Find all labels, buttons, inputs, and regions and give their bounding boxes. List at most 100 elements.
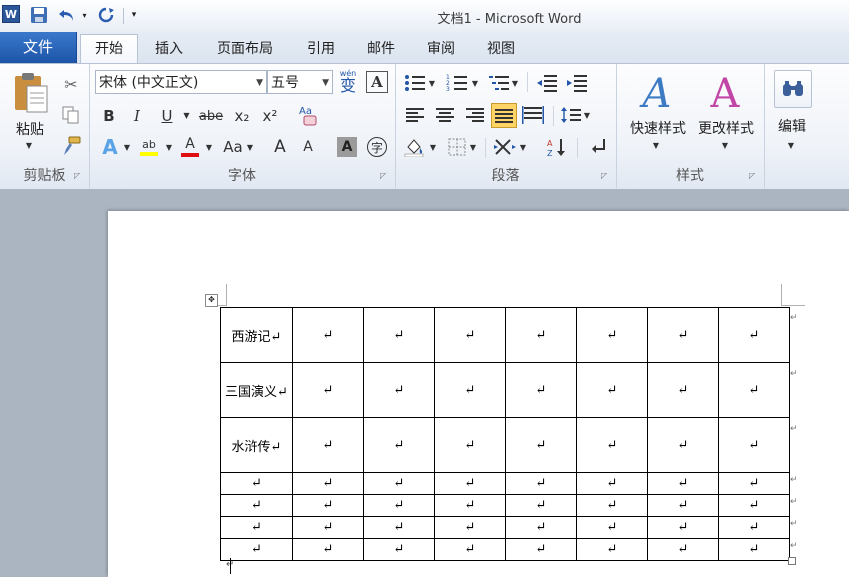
table-cell[interactable]: ↵ <box>363 362 435 418</box>
chinese-layout-dropdown-icon[interactable]: ▼ <box>519 140 527 154</box>
tab-home[interactable]: 开始 <box>80 34 138 64</box>
font-launcher-icon[interactable]: ◸ <box>380 171 389 180</box>
table-cell[interactable]: 西游记↵ <box>220 307 293 363</box>
shading-icon[interactable] <box>403 136 427 158</box>
text-effect-dropdown-icon[interactable]: ▼ <box>123 135 131 159</box>
italic-button[interactable]: I <box>127 105 147 127</box>
table-cell[interactable]: ↵ <box>718 417 790 473</box>
table-cell[interactable]: ↵ <box>220 516 293 539</box>
table-cell[interactable]: ↵ <box>292 472 364 495</box>
numbering-dropdown-icon[interactable]: ▼ <box>471 76 479 90</box>
table-cell[interactable]: ↵ <box>434 494 506 517</box>
table-cell[interactable]: ↵ <box>220 538 293 561</box>
table-cell[interactable]: ↵ <box>505 362 577 418</box>
superscript-button[interactable]: x² <box>259 105 281 127</box>
table-cell[interactable]: ↵ <box>505 472 577 495</box>
shading-dropdown-icon[interactable]: ▼ <box>429 140 437 154</box>
table-cell[interactable]: ↵ <box>718 538 790 561</box>
editing-dropdown-icon[interactable]: ▼ <box>785 141 797 150</box>
borders-icon[interactable] <box>445 136 469 158</box>
format-painter-icon[interactable] <box>60 135 82 157</box>
editing-button[interactable]: 编辑 <box>768 116 816 136</box>
enclose-characters-icon[interactable]: 字 <box>367 137 387 157</box>
paste-icon[interactable] <box>11 71 51 115</box>
bullets-dropdown-icon[interactable]: ▼ <box>428 76 436 90</box>
table-cell[interactable]: ↵ <box>363 516 435 539</box>
multilevel-dropdown-icon[interactable]: ▼ <box>511 76 519 90</box>
font-color-icon[interactable]: A <box>179 135 201 159</box>
table-cell[interactable]: ↵ <box>647 472 719 495</box>
table-cell[interactable]: ↵ <box>718 516 790 539</box>
copy-icon[interactable] <box>60 104 82 126</box>
quick-styles-dropdown-icon[interactable]: ▼ <box>650 141 662 150</box>
table-cell[interactable]: ↵ <box>505 516 577 539</box>
change-styles-dropdown-icon[interactable]: ▼ <box>719 141 731 150</box>
tab-mailings[interactable]: 邮件 <box>358 38 404 60</box>
table-cell[interactable]: ↵ <box>505 417 577 473</box>
table-cell[interactable]: ↵ <box>576 472 648 495</box>
character-shading-icon[interactable]: A <box>337 137 357 157</box>
table-cell[interactable]: ↵ <box>718 472 790 495</box>
table-cell[interactable]: ↵ <box>434 538 506 561</box>
borders-dropdown-icon[interactable]: ▼ <box>469 140 477 154</box>
table-cell[interactable]: ↵ <box>434 516 506 539</box>
quick-styles-button[interactable]: 快速样式 <box>622 118 694 138</box>
text-effect-icon[interactable]: A <box>99 135 121 159</box>
tab-insert[interactable]: 插入 <box>146 38 192 60</box>
strikethrough-button[interactable]: abe <box>197 105 225 127</box>
bullets-icon[interactable] <box>403 72 427 94</box>
tab-file[interactable]: 文件 <box>0 32 77 63</box>
table-cell[interactable]: ↵ <box>292 538 364 561</box>
cut-icon[interactable]: ✂ <box>60 73 82 95</box>
table-cell[interactable]: ↵ <box>292 417 364 473</box>
table-cell[interactable]: ↵ <box>292 494 364 517</box>
decrease-indent-icon[interactable] <box>535 72 559 94</box>
clear-formatting-icon[interactable]: Aa <box>297 103 321 129</box>
sort-icon[interactable]: AZ <box>545 136 569 158</box>
table-resize-handle[interactable] <box>788 557 796 565</box>
table-cell[interactable]: ↵ <box>363 538 435 561</box>
styles-launcher-icon[interactable]: ◸ <box>749 171 758 180</box>
chinese-layout-icon[interactable] <box>493 136 517 158</box>
change-styles-icon[interactable]: A <box>702 70 748 118</box>
table-cell[interactable]: ↵ <box>363 472 435 495</box>
paragraph-launcher-icon[interactable]: ◸ <box>601 171 610 180</box>
table-cell[interactable]: ↵ <box>434 417 506 473</box>
table-cell[interactable]: ↵ <box>220 494 293 517</box>
table-cell[interactable]: ↵ <box>576 494 648 517</box>
tab-view[interactable]: 视图 <box>478 38 524 60</box>
line-spacing-dropdown-icon[interactable]: ▼ <box>583 108 591 122</box>
document-page[interactable]: ✥ 西游记↵ ↵ ↵ ↵ ↵ ↵ ↵ ↵ 三国演义↵ ↵ ↵ ↵ ↵ ↵ ↵ ↵… <box>108 211 849 577</box>
align-justify-icon[interactable] <box>491 103 517 128</box>
font-name-dropdown-icon[interactable]: ▼ <box>256 71 263 95</box>
table-cell[interactable]: ↵ <box>576 362 648 418</box>
align-left-icon[interactable] <box>403 104 427 126</box>
change-styles-button[interactable]: 更改样式 <box>690 118 762 138</box>
table-cell[interactable]: ↵ <box>292 362 364 418</box>
subscript-button[interactable]: x₂ <box>231 105 253 127</box>
grow-font-icon[interactable]: A <box>269 135 291 159</box>
bold-button[interactable]: B <box>99 105 119 127</box>
table-cell[interactable]: ↵ <box>292 307 364 363</box>
change-case-dropdown-icon[interactable]: ▼ <box>246 135 254 159</box>
tab-references[interactable]: 引用 <box>298 38 344 60</box>
font-name-combo[interactable]: 宋体 (中文正文) ▼ <box>95 70 267 94</box>
table-cell[interactable]: ↵ <box>505 307 577 363</box>
table-cell[interactable]: ↵ <box>220 472 293 495</box>
character-border-icon[interactable]: A <box>366 71 388 93</box>
table-cell[interactable]: ↵ <box>718 494 790 517</box>
tab-page-layout[interactable]: 页面布局 <box>206 38 284 60</box>
quick-styles-icon[interactable]: A <box>634 70 680 118</box>
align-center-icon[interactable] <box>433 104 457 126</box>
table-cell[interactable]: ↵ <box>434 307 506 363</box>
table-cell[interactable]: ↵ <box>576 538 648 561</box>
table-cell[interactable]: ↵ <box>647 538 719 561</box>
font-color-dropdown-icon[interactable]: ▼ <box>205 135 213 159</box>
phonetic-guide-icon[interactable]: wén 变 <box>337 70 359 94</box>
table-cell[interactable]: ↵ <box>576 417 648 473</box>
table-cell[interactable]: ↵ <box>647 516 719 539</box>
table-cell[interactable]: ↵ <box>363 494 435 517</box>
table-cell[interactable]: ↵ <box>576 307 648 363</box>
increase-indent-icon[interactable] <box>565 72 589 94</box>
document-table[interactable]: 西游记↵ ↵ ↵ ↵ ↵ ↵ ↵ ↵ 三国演义↵ ↵ ↵ ↵ ↵ ↵ ↵ ↵ 水… <box>220 307 790 561</box>
